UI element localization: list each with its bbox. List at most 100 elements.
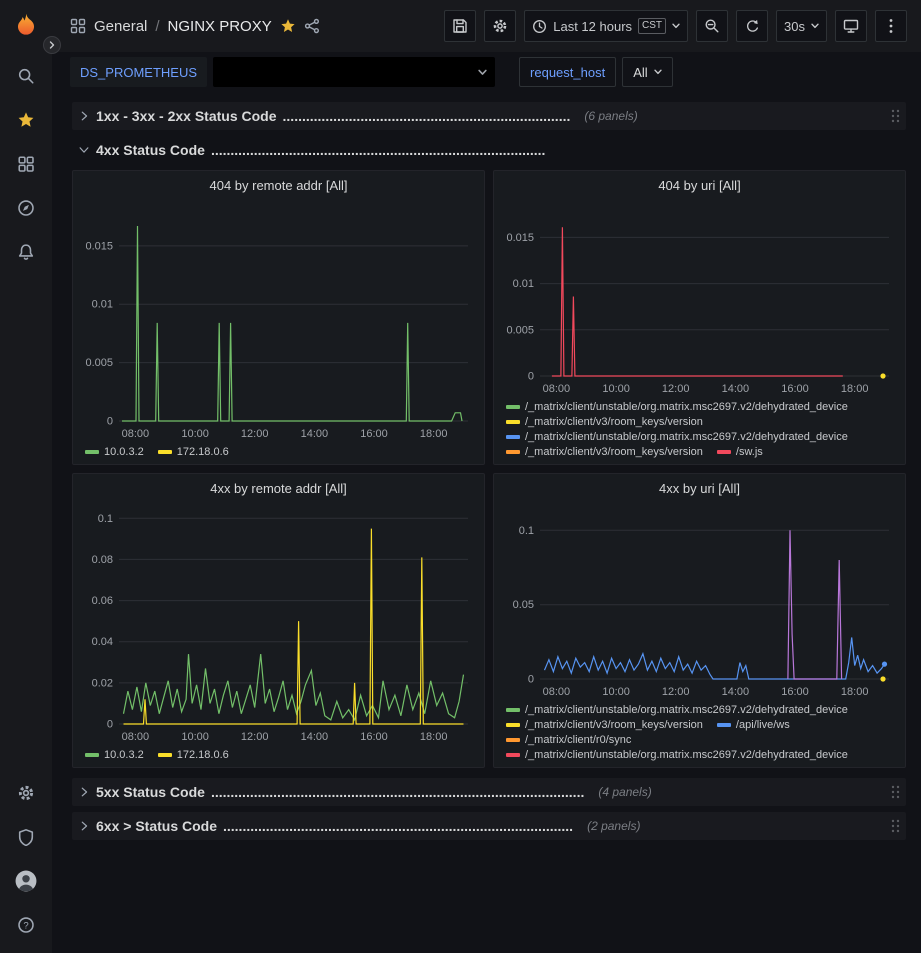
svg-text:12:00: 12:00 xyxy=(662,686,690,698)
sidebar-item-profile[interactable] xyxy=(6,859,46,903)
grafana-logo[interactable] xyxy=(8,8,44,44)
sidebar-item-search[interactable] xyxy=(6,54,46,98)
chart-area[interactable]: 00.0050.010.01508:0010:0012:0014:0016:00… xyxy=(500,195,899,398)
zoom-out-button[interactable] xyxy=(696,10,728,42)
legend-item[interactable]: 172.18.0.6 xyxy=(158,446,229,458)
svg-text:18:00: 18:00 xyxy=(420,731,448,743)
svg-text:14:00: 14:00 xyxy=(301,731,329,743)
apps-grid-icon[interactable] xyxy=(70,18,86,34)
refresh-interval-dropdown[interactable]: 30s xyxy=(776,10,827,42)
legend-item[interactable]: /_matrix/client/unstable/org.matrix.msc2… xyxy=(506,401,848,413)
sidebar-item-help[interactable]: ? xyxy=(6,903,46,947)
row-header-4xx[interactable]: 4xx Status Code ........................… xyxy=(72,136,906,164)
save-dashboard-button[interactable] xyxy=(444,10,476,42)
svg-text:0.015: 0.015 xyxy=(506,232,534,244)
row-header-1xx-3xx-2xx[interactable]: 1xx - 3xx - 2xx Status Code ............… xyxy=(72,102,906,130)
legend-item[interactable]: 10.0.3.2 xyxy=(85,749,144,761)
timeseries-chart[interactable]: 00.020.040.060.080.108:0010:0012:0014:00… xyxy=(79,498,478,746)
more-options-button[interactable] xyxy=(875,10,907,42)
adhoc-filter-value[interactable]: All xyxy=(622,57,672,87)
row-title-dots: ........................................… xyxy=(211,142,546,158)
sidebar-item-admin[interactable] xyxy=(6,815,46,859)
datasource-variable-value[interactable] xyxy=(213,57,495,87)
svg-text:0.01: 0.01 xyxy=(513,278,534,290)
main-area: General / NGINX PROXY xyxy=(52,0,921,953)
sidebar-item-starred[interactable] xyxy=(6,98,46,142)
legend-label: 172.18.0.6 xyxy=(177,446,229,458)
sidebar-expand-button[interactable] xyxy=(43,36,61,54)
legend-label: /_matrix/client/unstable/org.matrix.msc2… xyxy=(525,401,848,413)
svg-text:0: 0 xyxy=(107,416,113,428)
row-drag-handle[interactable] xyxy=(891,109,900,123)
row-drag-handle[interactable] xyxy=(891,819,900,833)
timeseries-chart[interactable]: 00.0050.010.01508:0010:0012:0014:0016:00… xyxy=(79,195,478,443)
grafana-app: ? General / NGINX PROXY xyxy=(0,0,921,953)
sidebar-item-explore[interactable] xyxy=(6,186,46,230)
panel-title[interactable]: 404 by uri [All] xyxy=(500,173,899,195)
legend-item[interactable]: /sw.js xyxy=(717,446,763,458)
svg-text:0.02: 0.02 xyxy=(92,677,113,689)
kebab-menu-icon xyxy=(889,18,893,34)
legend-item[interactable]: 10.0.3.2 xyxy=(85,446,144,458)
help-icon: ? xyxy=(17,916,35,934)
svg-text:0.05: 0.05 xyxy=(513,599,534,611)
row-header-5xx[interactable]: 5xx Status Code ........................… xyxy=(72,778,906,806)
svg-text:16:00: 16:00 xyxy=(781,686,809,698)
legend-item[interactable]: /_matrix/client/unstable/org.matrix.msc2… xyxy=(506,749,848,761)
dashboard-content: 1xx - 3xx - 2xx Status Code ............… xyxy=(52,90,921,953)
svg-text:0.015: 0.015 xyxy=(85,240,113,252)
row-panel-count: (6 panels) xyxy=(584,109,637,123)
refresh-interval-label: 30s xyxy=(784,19,805,34)
legend-item[interactable]: /_matrix/client/v3/room_keys/version xyxy=(506,416,703,428)
panel-title[interactable]: 4xx by uri [All] xyxy=(500,476,899,498)
breadcrumb-section[interactable]: General xyxy=(94,18,147,35)
sidebar-item-settings[interactable] xyxy=(6,771,46,815)
legend-label: /_matrix/client/v3/room_keys/version xyxy=(525,446,703,458)
timeseries-chart[interactable]: 00.050.108:0010:0012:0014:0016:0018:00 xyxy=(500,498,899,701)
row-title: 1xx - 3xx - 2xx Status Code xyxy=(96,108,277,124)
favorite-star-icon[interactable] xyxy=(280,18,296,34)
legend-swatch xyxy=(158,753,172,757)
legend-label: /_matrix/client/v3/room_keys/version xyxy=(525,719,703,731)
adhoc-filter-key[interactable]: request_host xyxy=(519,57,616,87)
time-range-picker[interactable]: Last 12 hours CST xyxy=(524,10,688,42)
refresh-button[interactable] xyxy=(736,10,768,42)
monitor-icon xyxy=(843,18,859,34)
svg-text:0: 0 xyxy=(107,719,113,731)
legend-item[interactable]: 172.18.0.6 xyxy=(158,749,229,761)
legend-item[interactable]: /_matrix/client/r0/sync xyxy=(506,734,631,746)
panel-title[interactable]: 4xx by remote addr [All] xyxy=(79,476,478,498)
legend-item[interactable]: /_matrix/client/unstable/org.matrix.msc2… xyxy=(506,431,848,443)
legend-label: 10.0.3.2 xyxy=(104,446,144,458)
datasource-variable-label[interactable]: DS_PROMETHEUS xyxy=(70,57,207,87)
svg-text:0.005: 0.005 xyxy=(506,324,534,336)
share-icon[interactable] xyxy=(304,18,320,34)
row-drag-handle[interactable] xyxy=(891,785,900,799)
sidebar-item-dashboards[interactable] xyxy=(6,142,46,186)
sidebar-item-alerting[interactable] xyxy=(6,230,46,274)
svg-text:12:00: 12:00 xyxy=(241,731,269,743)
chart-area[interactable]: 00.050.108:0010:0012:0014:0016:0018:00 xyxy=(500,498,899,701)
legend-label: /_matrix/client/v3/room_keys/version xyxy=(525,416,703,428)
svg-text:14:00: 14:00 xyxy=(722,383,750,395)
dashboard-title[interactable]: NGINX PROXY xyxy=(168,18,272,35)
legend-item[interactable]: /_matrix/client/v3/room_keys/version xyxy=(506,446,703,458)
legend-item[interactable]: /_matrix/client/unstable/org.matrix.msc2… xyxy=(506,704,848,716)
legend-swatch xyxy=(85,753,99,757)
timeseries-chart[interactable]: 00.0050.010.01508:0010:0012:0014:0016:00… xyxy=(500,195,899,398)
panel-title[interactable]: 404 by remote addr [All] xyxy=(79,173,478,195)
panel-404-by-uri: 404 by uri [All] 00.0050.010.01508:0010:… xyxy=(493,170,906,465)
chevron-down-icon xyxy=(654,69,662,75)
legend-item[interactable]: /_matrix/client/v3/room_keys/version xyxy=(506,719,703,731)
chart-area[interactable]: 00.020.040.060.080.108:0010:0012:0014:00… xyxy=(79,498,478,746)
dashboard-settings-button[interactable] xyxy=(484,10,516,42)
svg-text:16:00: 16:00 xyxy=(781,383,809,395)
chart-area[interactable]: 00.0050.010.01508:0010:0012:0014:0016:00… xyxy=(79,195,478,443)
shield-icon xyxy=(17,828,35,846)
breadcrumb-separator: / xyxy=(155,18,159,35)
legend-item[interactable]: /api/live/ws xyxy=(717,719,790,731)
svg-text:18:00: 18:00 xyxy=(420,428,448,440)
tv-mode-button[interactable] xyxy=(835,10,867,42)
svg-text:10:00: 10:00 xyxy=(602,383,630,395)
row-header-6xx[interactable]: 6xx > Status Code ......................… xyxy=(72,812,906,840)
